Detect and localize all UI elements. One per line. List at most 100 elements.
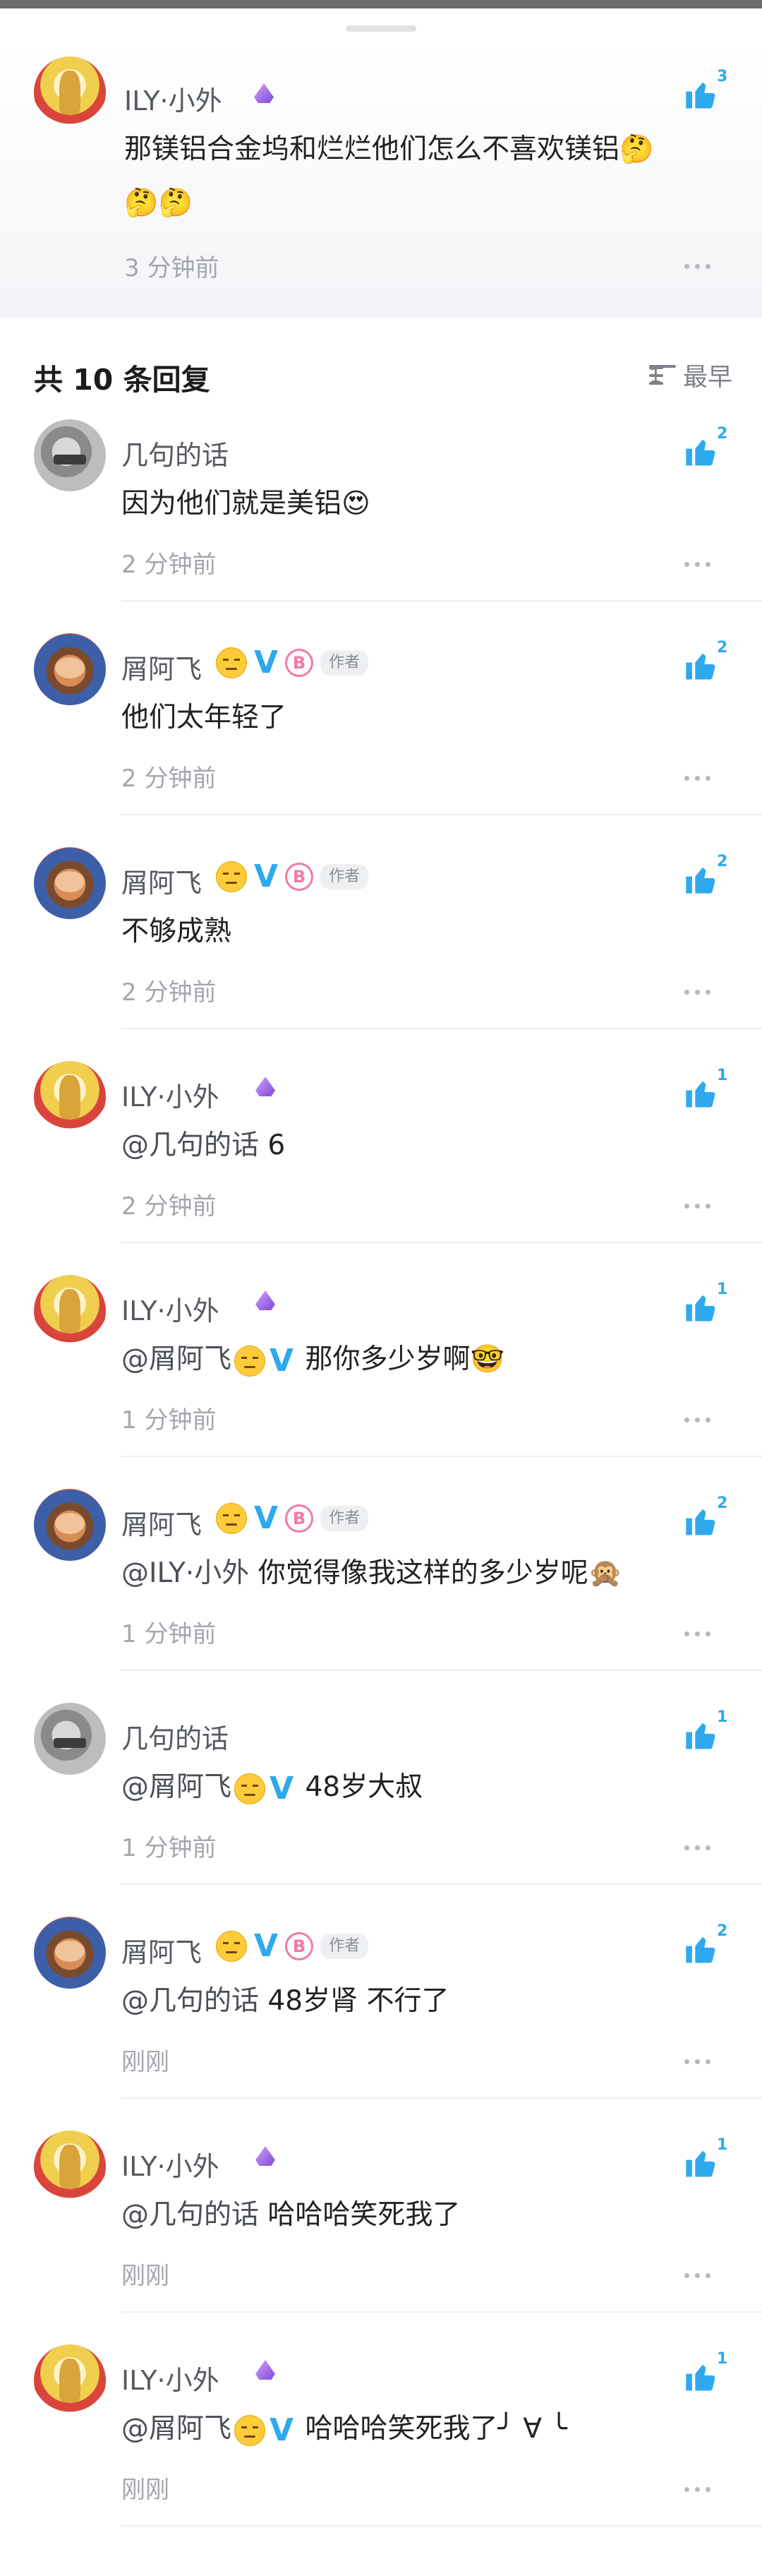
mention-link[interactable]: @几句的话 — [121, 2199, 259, 2231]
thumbs-up-icon — [686, 1509, 715, 1535]
mention-link[interactable]: @屑阿飞 — [121, 1771, 231, 1803]
user-name[interactable]: ILY·小外 — [121, 2145, 219, 2183]
more-options-icon[interactable] — [684, 774, 713, 781]
thumbs-up-icon — [686, 439, 715, 466]
more-options-icon[interactable] — [684, 988, 713, 995]
more-options-icon[interactable] — [684, 561, 713, 568]
avatar[interactable] — [34, 56, 106, 128]
user-badges — [251, 82, 277, 106]
reply-time: 1 分钟前 — [121, 1834, 217, 1862]
thumbs-up-icon — [686, 1936, 715, 1963]
like-count: 1 — [717, 1708, 728, 1726]
user-name[interactable]: 屑阿飞 — [121, 647, 202, 686]
avatar[interactable] — [34, 1703, 106, 1775]
reply-time: 刚刚 — [121, 2262, 169, 2290]
avatar[interactable] — [34, 633, 106, 705]
avatar[interactable] — [34, 1489, 106, 1561]
user-name[interactable]: ILY·小外 — [121, 2359, 219, 2397]
like-button[interactable]: 1 — [683, 2350, 727, 2401]
thumbs-up-icon — [686, 867, 715, 894]
mention-link[interactable]: @屑阿飞 — [121, 2413, 231, 2445]
sort-button[interactable]: 1 最早 — [648, 357, 732, 393]
avatar[interactable] — [34, 419, 106, 491]
like-button[interactable]: 2 — [683, 1494, 727, 1545]
author-tag: 作者 — [320, 1506, 369, 1531]
more-options-icon[interactable] — [684, 2272, 713, 2279]
like-button[interactable]: 2 — [683, 1922, 727, 1973]
verified-v-icon: V — [254, 645, 279, 681]
like-button[interactable]: 2 — [683, 425, 727, 476]
like-button[interactable]: 2 — [683, 853, 727, 904]
mention-link[interactable]: @屑阿飞 — [121, 1343, 231, 1375]
author-tag: 作者 — [320, 1934, 369, 1959]
creator-b-icon: B — [285, 1504, 314, 1533]
like-count: 2 — [717, 1494, 728, 1512]
user-name[interactable]: 屑阿飞 — [121, 861, 202, 900]
user-badges: V B 作者 — [216, 1931, 369, 1962]
more-options-icon[interactable] — [684, 263, 713, 270]
avatar[interactable] — [34, 1917, 106, 1989]
reply-time: 2 分钟前 — [121, 1192, 217, 1221]
drag-handle[interactable] — [346, 25, 416, 32]
comment-text: 那镁铝合金坞和烂烂他们怎么不喜欢镁铝🤔 — [124, 133, 654, 165]
unamused-face-icon — [216, 1931, 247, 1962]
reply-time: 2 分钟前 — [121, 978, 217, 1007]
reply-text: 因为他们就是美铝😍 — [121, 484, 370, 524]
mention-link[interactable]: @几句的话 — [121, 1985, 259, 2017]
like-button[interactable]: 3 — [683, 68, 727, 119]
comment-text-continued: 🤔🤔 — [124, 187, 193, 219]
user-name[interactable]: 几句的话 — [121, 1717, 229, 1756]
reply-time: 刚刚 — [121, 2048, 169, 2076]
reply-text: @屑阿飞 V 哈哈哈笑死我了╯ ∀ ╰ — [121, 2409, 567, 2449]
reply-text: @几句的话 哈哈哈笑死我了 — [121, 2195, 460, 2235]
avatar[interactable] — [34, 2344, 106, 2416]
more-options-icon[interactable] — [684, 1630, 713, 1637]
reply-time: 2 分钟前 — [121, 765, 217, 793]
mention-link[interactable]: @几句的话 — [121, 1130, 259, 1161]
more-options-icon[interactable] — [684, 2486, 713, 2493]
user-name[interactable]: 屑阿飞 — [121, 1931, 202, 1970]
verified-v-icon: V — [270, 1770, 294, 1807]
like-button[interactable]: 1 — [683, 1281, 727, 1331]
thumbs-up-icon — [686, 2150, 715, 2177]
like-count: 1 — [717, 2350, 728, 2368]
user-badges: V B 作者 — [216, 861, 369, 892]
sort-label: 最早 — [682, 364, 732, 392]
user-badges — [253, 2359, 278, 2383]
reply-message: 48岁肾 不行了 — [267, 1985, 449, 2017]
like-button[interactable]: 1 — [683, 2136, 727, 2187]
user-name[interactable]: 几句的话 — [121, 433, 229, 472]
sort-icon: 1 — [648, 364, 676, 386]
mention-link[interactable]: @ILY·小外 — [121, 1557, 249, 1589]
like-button[interactable]: 1 — [683, 1708, 727, 1759]
like-button[interactable]: 2 — [683, 639, 727, 690]
like-button[interactable]: 1 — [683, 1067, 727, 1118]
verified-v-icon: V — [270, 2412, 294, 2448]
avatar[interactable] — [34, 1275, 106, 1347]
gem-badge-icon — [253, 2145, 278, 2169]
avatar[interactable] — [34, 1061, 106, 1133]
user-badges — [253, 1289, 278, 1313]
more-options-icon[interactable] — [684, 1202, 713, 1209]
reply-time: 1 分钟前 — [121, 1620, 217, 1648]
verified-v-icon: V — [254, 1500, 279, 1536]
user-name[interactable]: ILY·小外 — [124, 79, 222, 118]
like-count: 1 — [717, 2136, 728, 2154]
reply-divider — [121, 1670, 762, 1671]
more-options-icon[interactable] — [684, 1844, 713, 1851]
gem-badge-icon — [253, 1075, 278, 1099]
like-count: 1 — [717, 1067, 728, 1084]
replies-count-title: 共 10 条回复 — [34, 363, 210, 397]
user-name[interactable]: ILY·小外 — [121, 1075, 219, 1114]
user-name[interactable]: ILY·小外 — [121, 1289, 219, 1328]
more-options-icon[interactable] — [684, 2058, 713, 2065]
reply-time: 2 分钟前 — [121, 551, 217, 579]
reply-message: 哈哈哈笑死我了╯ ∀ ╰ — [305, 2413, 567, 2445]
avatar[interactable] — [34, 2131, 106, 2203]
reply-divider — [121, 2311, 762, 2313]
more-options-icon[interactable] — [684, 1416, 713, 1423]
avatar[interactable] — [34, 847, 106, 919]
user-name[interactable]: 屑阿飞 — [121, 1503, 202, 1542]
author-tag: 作者 — [320, 650, 369, 676]
reply-time: 1 分钟前 — [121, 1406, 217, 1434]
